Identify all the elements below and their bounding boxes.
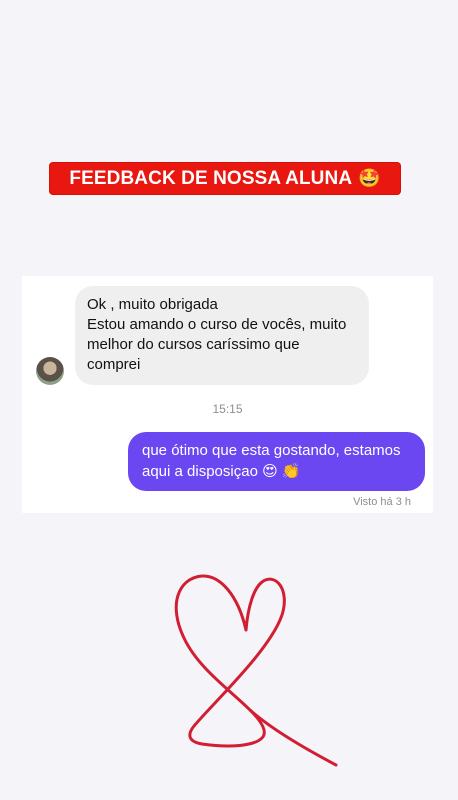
message-timestamp: 15:15 bbox=[212, 402, 243, 416]
feedback-banner: FEEDBACK DE NOSSA ALUNA 🤩 bbox=[50, 163, 400, 194]
outgoing-message-text: que ótimo que esta gostando, estamos aqu… bbox=[142, 442, 401, 480]
incoming-message-line-1: Ok , muito obrigada bbox=[87, 296, 218, 313]
heart-stroke-outer bbox=[174, 574, 286, 748]
star-struck-emoji-icon: 🤩 bbox=[358, 168, 381, 188]
outgoing-message-bubble[interactable]: que ótimo que esta gostando, estamos aqu… bbox=[128, 432, 425, 491]
incoming-message-line-2: Estou amando o curso de vocês, muito mel… bbox=[87, 316, 347, 373]
hand-drawn-heart-icon bbox=[174, 574, 338, 767]
banner-title: FEEDBACK DE NOSSA ALUNA bbox=[69, 167, 353, 189]
avatar[interactable] bbox=[36, 357, 64, 385]
seen-status: Visto há 3 h bbox=[353, 496, 411, 508]
chat-screenshot: Ok , muito obrigada Estou amando o curso… bbox=[22, 276, 433, 513]
incoming-message-bubble[interactable]: Ok , muito obrigada Estou amando o curso… bbox=[75, 286, 369, 385]
